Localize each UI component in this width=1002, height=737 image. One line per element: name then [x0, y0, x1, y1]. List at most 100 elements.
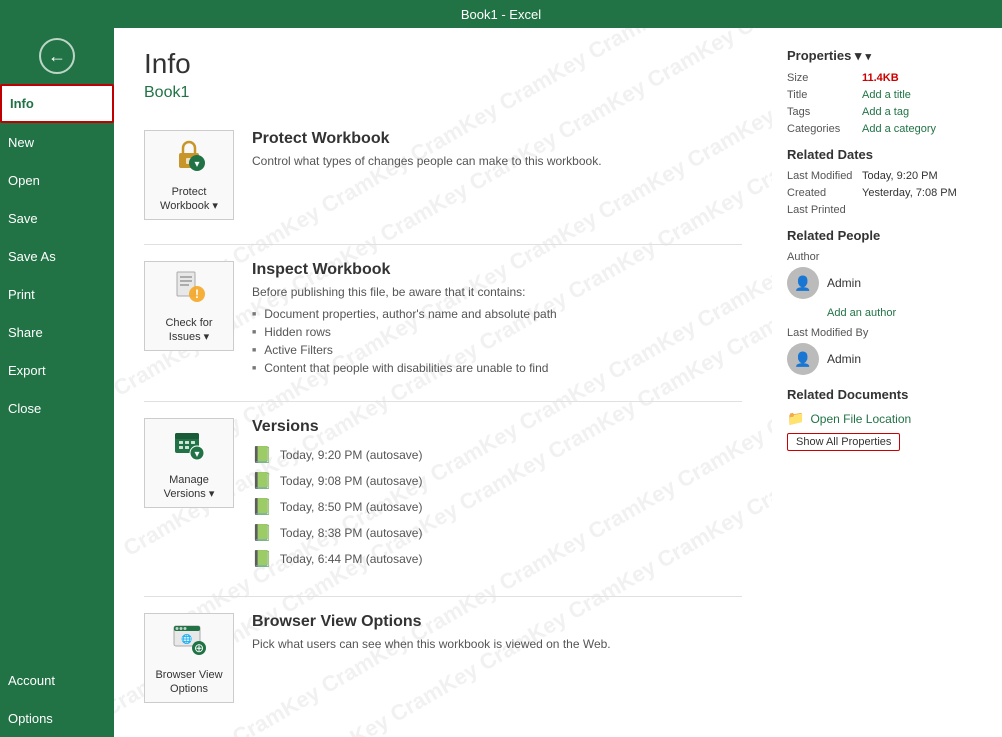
svg-text:⊕: ⊕: [194, 641, 204, 655]
sidebar-item-open[interactable]: Open: [0, 161, 114, 199]
title-label: Title: [787, 89, 862, 101]
inspect-icon: !: [171, 268, 207, 312]
author-name: Admin: [827, 276, 861, 290]
excel-icon: 📗: [252, 445, 272, 465]
sidebar-item-save[interactable]: Save: [0, 199, 114, 237]
inspect-title: Inspect Workbook: [252, 261, 742, 279]
last-modified-by-row: 👤 Admin: [787, 343, 987, 375]
title-bar-text: Book1 - Excel: [461, 7, 541, 22]
excel-icon: 📗: [252, 523, 272, 543]
versions-section: ▾ ManageVersions ▾ Versions 📗 Today, 9:2…: [144, 410, 742, 580]
sidebar-item-label: Info: [10, 96, 34, 111]
svg-text:▾: ▾: [194, 159, 199, 170]
browser-section: 🌐 ⊕ Browser ViewOptions Browser View Opt…: [144, 605, 742, 711]
sidebar-item-close[interactable]: Close: [0, 389, 114, 427]
sidebar-item-label: Share: [8, 325, 43, 340]
last-modified-label: Last Modified: [787, 170, 862, 182]
sidebar-item-export[interactable]: Export: [0, 351, 114, 389]
protect-workbook-button[interactable]: ▾ ProtectWorkbook ▾: [144, 130, 234, 220]
file-name: Book1: [144, 84, 742, 102]
tags-value[interactable]: Add a tag: [862, 106, 909, 118]
sidebar-item-share[interactable]: Share: [0, 313, 114, 351]
svg-text:!: !: [195, 287, 199, 301]
version-item[interactable]: 📗 Today, 8:50 PM (autosave): [252, 494, 742, 520]
sidebar-item-label: Save: [8, 211, 38, 226]
last-modified-value: Today, 9:20 PM: [862, 170, 938, 182]
sidebar-item-label: Save As: [8, 249, 56, 264]
right-panel: Properties ▾ Size 11.4KB Title Add a tit…: [772, 28, 1002, 737]
browser-icon: 🌐 ⊕: [171, 620, 207, 664]
back-icon: ←: [39, 38, 75, 74]
sidebar: ← Info New Open Save Save As Print Share…: [0, 28, 114, 737]
lock-icon: ▾: [171, 137, 207, 181]
content-area: CramKey CramKey CramKey CramKey CramKey …: [114, 28, 772, 737]
sidebar-item-options[interactable]: Options: [0, 699, 114, 737]
versions-title: Versions: [252, 418, 742, 436]
divider-2: [144, 401, 742, 402]
sidebar-item-label: Account: [8, 673, 55, 688]
browser-title: Browser View Options: [252, 613, 742, 631]
inspect-icon-label: Check forIssues ▾: [165, 316, 212, 345]
sidebar-item-print[interactable]: Print: [0, 275, 114, 313]
manage-versions-button[interactable]: ▾ ManageVersions ▾: [144, 418, 234, 508]
version-item[interactable]: 📗 Today, 9:20 PM (autosave): [252, 442, 742, 468]
open-file-location-link[interactable]: 📁 Open File Location: [787, 410, 987, 427]
back-button[interactable]: ←: [0, 28, 114, 84]
protect-section: ▾ ProtectWorkbook ▾ Protect Workbook Con…: [144, 122, 742, 228]
version-item[interactable]: 📗 Today, 8:38 PM (autosave): [252, 520, 742, 546]
last-modified-by-label: Last Modified By: [787, 327, 987, 339]
sidebar-item-saveas[interactable]: Save As: [0, 237, 114, 275]
inspect-bullets: Document properties, author's name and a…: [252, 305, 742, 377]
calendar-icon: ▾: [171, 425, 207, 469]
bullet-item: Hidden rows: [252, 323, 742, 341]
bullet-item: Content that people with disabilities ar…: [252, 359, 742, 377]
check-issues-button[interactable]: ! Check forIssues ▾: [144, 261, 234, 351]
categories-value[interactable]: Add a category: [862, 123, 936, 135]
excel-icon: 📗: [252, 497, 272, 517]
svg-text:▾: ▾: [194, 449, 199, 460]
sidebar-item-new[interactable]: New: [0, 123, 114, 161]
sidebar-item-info[interactable]: Info: [0, 84, 114, 123]
bullet-item: Active Filters: [252, 341, 742, 359]
related-docs-label: Related Documents: [787, 387, 987, 402]
categories-label: Categories: [787, 123, 862, 135]
browser-view-button[interactable]: 🌐 ⊕ Browser ViewOptions: [144, 613, 234, 703]
last-modified-by-name: Admin: [827, 352, 861, 366]
version-item[interactable]: 📗 Today, 6:44 PM (autosave): [252, 546, 742, 572]
protect-icon-label: ProtectWorkbook ▾: [160, 185, 218, 214]
size-value: 11.4KB: [862, 72, 899, 84]
related-dates-label: Related Dates: [787, 147, 987, 162]
created-label: Created: [787, 187, 862, 199]
author-row: 👤 Admin: [787, 267, 987, 299]
created-value: Yesterday, 7:08 PM: [862, 187, 957, 199]
excel-icon: 📗: [252, 549, 272, 569]
sidebar-item-label: Options: [8, 711, 53, 726]
divider-1: [144, 244, 742, 245]
version-item[interactable]: 📗 Today, 9:08 PM (autosave): [252, 468, 742, 494]
browser-icon-label: Browser ViewOptions: [155, 668, 222, 697]
sidebar-item-label: Print: [8, 287, 35, 302]
related-people-label: Related People: [787, 228, 987, 243]
excel-icon: 📗: [252, 471, 272, 491]
browser-desc: Pick what users can see when this workbo…: [252, 637, 742, 651]
bullet-item: Document properties, author's name and a…: [252, 305, 742, 323]
size-label: Size: [787, 72, 862, 84]
page-title: Info: [144, 48, 742, 80]
title-value[interactable]: Add a title: [862, 89, 911, 101]
protect-title: Protect Workbook: [252, 130, 742, 148]
divider-3: [144, 596, 742, 597]
sidebar-item-label: Close: [8, 401, 41, 416]
add-author-link[interactable]: Add an author: [827, 307, 987, 319]
tags-label: Tags: [787, 106, 862, 118]
show-all-properties-button[interactable]: Show All Properties: [787, 433, 900, 451]
inspect-section: ! Check forIssues ▾ Inspect Workbook Bef…: [144, 253, 742, 385]
last-modified-avatar: 👤: [787, 343, 819, 375]
versions-icon-label: ManageVersions ▾: [164, 473, 215, 502]
sidebar-item-label: Open: [8, 173, 40, 188]
properties-dropdown[interactable]: Properties ▾: [787, 48, 987, 64]
sidebar-item-account[interactable]: Account: [0, 661, 114, 699]
sidebar-item-label: New: [8, 135, 34, 150]
author-label: Author: [787, 251, 987, 263]
svg-text:🌐: 🌐: [181, 633, 192, 644]
folder-icon: 📁: [787, 410, 804, 427]
